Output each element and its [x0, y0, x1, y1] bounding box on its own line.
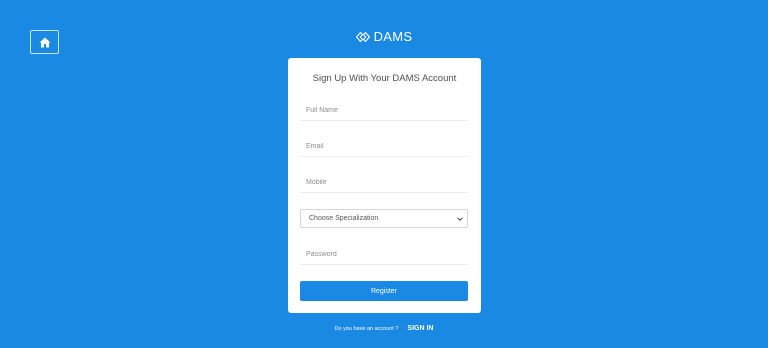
- account-question: Do you have an account ?: [334, 325, 399, 332]
- signup-page: DAMS Sign Up With Your DAMS Account Choo…: [0, 0, 768, 348]
- chevron-down-icon: [457, 216, 463, 221]
- brand-logo: DAMS: [0, 29, 768, 44]
- specialization-select[interactable]: Choose Specialization: [300, 209, 468, 228]
- register-button[interactable]: Register: [300, 281, 468, 301]
- signin-link[interactable]: SIGN IN: [407, 325, 433, 332]
- full-name-input[interactable]: [300, 100, 468, 121]
- specialization-selected-value: Choose Specialization: [309, 215, 379, 222]
- password-input[interactable]: [300, 244, 468, 265]
- signin-prompt: Do you have an account ? SIGN IN: [0, 325, 768, 332]
- mobile-input[interactable]: [300, 172, 468, 193]
- email-input[interactable]: [300, 136, 468, 157]
- form-title: Sign Up With Your DAMS Account: [312, 73, 457, 84]
- brand-name: DAMS: [373, 29, 413, 44]
- diamond-link-icon: [355, 31, 370, 42]
- signup-card: Sign Up With Your DAMS Account Choose Sp…: [288, 58, 481, 313]
